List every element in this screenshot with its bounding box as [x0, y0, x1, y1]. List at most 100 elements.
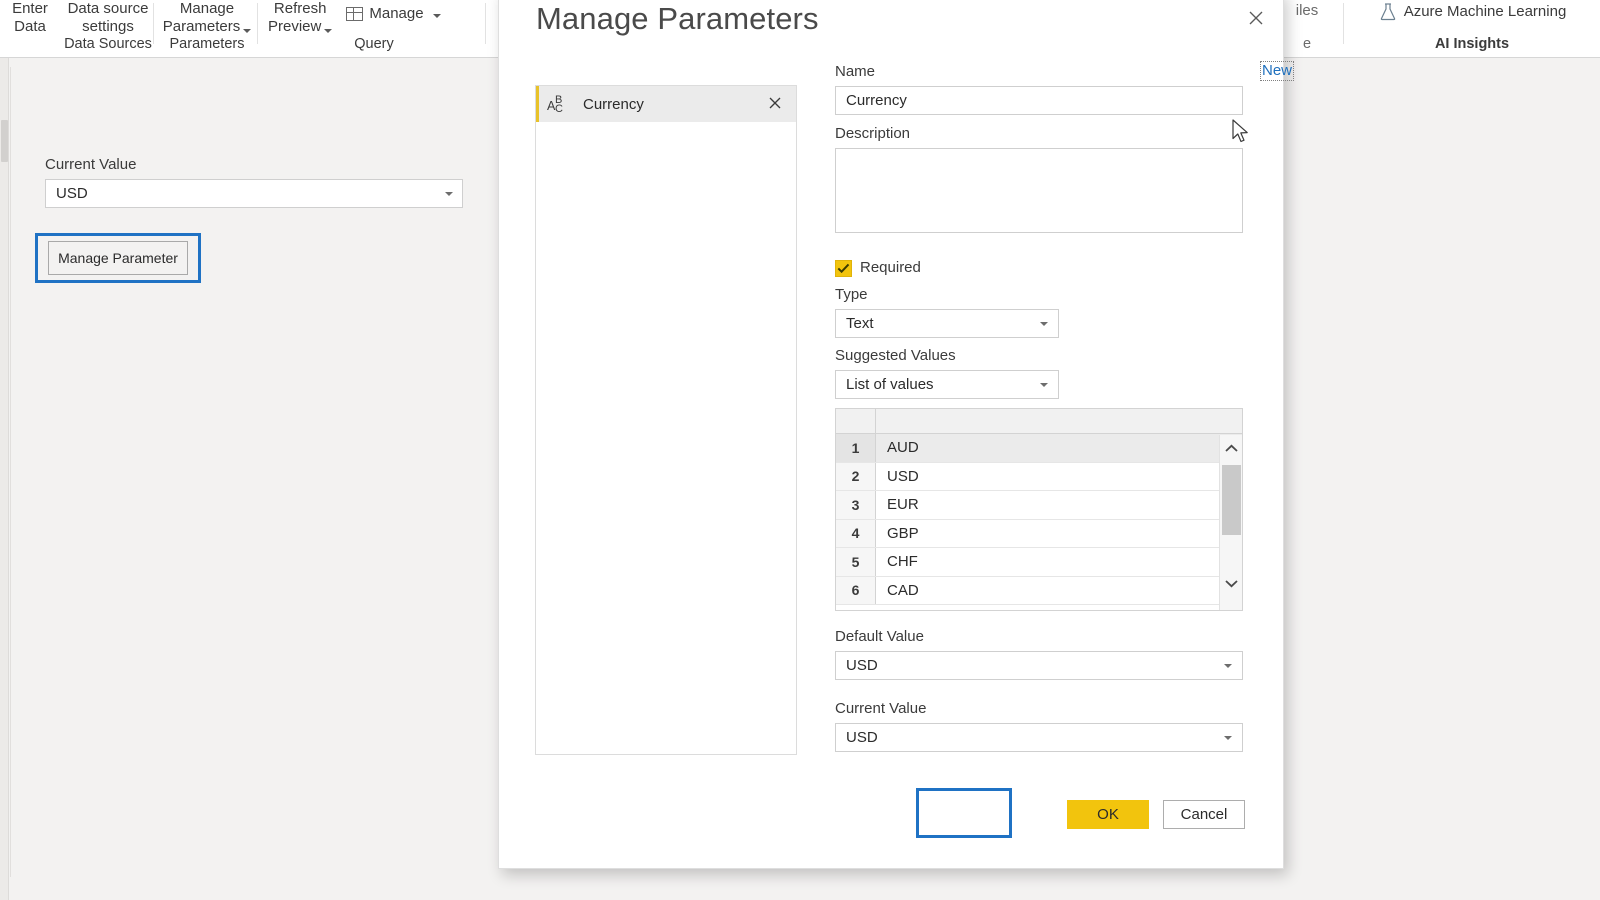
values-grid-header-value	[876, 409, 1242, 433]
parameter-list: ABC Currency	[535, 85, 797, 755]
required-checkbox[interactable]	[835, 260, 852, 277]
ribbon-group-query: Refresh Preview Manage Query	[262, 0, 486, 58]
required-label: Required	[860, 259, 921, 276]
scrollbar-thumb[interactable]	[1222, 465, 1241, 535]
values-grid-header-index	[836, 409, 876, 433]
name-label: Name	[835, 63, 876, 80]
manage-parameters-line2: Parameters	[162, 18, 241, 35]
ribbon-group-label-ai-insights: AI Insights	[1434, 36, 1510, 52]
default-value-label: Default Value	[835, 628, 924, 645]
cancel-button[interactable]: Cancel	[1163, 800, 1245, 829]
left-rail-scroll-thumb[interactable]	[1, 120, 8, 162]
dialog-title: Manage Parameters	[536, 1, 819, 36]
row-value[interactable]: CAD	[876, 577, 1242, 605]
chevron-down-icon[interactable]	[1040, 322, 1048, 326]
chevron-down-icon[interactable]	[445, 192, 453, 196]
suggested-values-dropdown-value: List of values	[846, 376, 934, 393]
table-row[interactable]: 1 AUD	[836, 434, 1242, 463]
dialog-current-value-text: USD	[846, 729, 878, 746]
azure-machine-learning-label: Azure Machine Learning	[1403, 3, 1567, 20]
refresh-preview-line2: Preview	[268, 18, 322, 35]
ribbon-group-enter-data: Enter Data	[0, 0, 60, 58]
description-field[interactable]	[835, 148, 1243, 233]
parameter-name-label: Currency	[583, 95, 644, 113]
row-value[interactable]: GBP	[876, 520, 1242, 548]
ok-button-label: OK	[1097, 806, 1119, 823]
suggested-values-label: Suggested Values	[835, 347, 956, 364]
delete-parameter-icon[interactable]	[766, 94, 784, 112]
chevron-down-icon[interactable]	[1224, 664, 1232, 668]
close-icon[interactable]	[1243, 5, 1269, 31]
name-field[interactable]: Currency	[835, 86, 1243, 115]
screen: Enter Data Data source settings Data Sou…	[0, 0, 1600, 900]
table-row[interactable]: 4 GBP	[836, 519, 1242, 548]
bg-current-value-dropdown[interactable]: USD	[45, 179, 463, 208]
manage-parameters-line1: Manage	[179, 0, 235, 17]
chevron-up-icon[interactable]	[1220, 435, 1242, 461]
cancel-button-label: Cancel	[1180, 806, 1228, 823]
manage-parameters-dialog: Manage Parameters New ABC Currency Name …	[498, 0, 1295, 869]
files-label: iles	[1295, 2, 1319, 19]
manage-query-button[interactable]: Manage	[346, 5, 441, 23]
row-value[interactable]: AUD	[876, 434, 1242, 462]
row-index: 6	[836, 576, 876, 604]
bg-current-value-label: Current Value	[45, 156, 137, 173]
refresh-preview-button[interactable]: Refresh Preview	[268, 0, 333, 36]
flask-icon	[1378, 2, 1398, 22]
row-value[interactable]: EUR	[876, 491, 1242, 519]
chevron-down-icon[interactable]	[1224, 736, 1232, 740]
azure-machine-learning-button[interactable]: Azure Machine Learning	[1378, 2, 1567, 22]
ok-button[interactable]: OK	[1067, 800, 1149, 829]
suggested-values-dropdown[interactable]: List of values	[835, 370, 1059, 399]
table-row[interactable]: 6 CAD	[836, 576, 1242, 605]
table-row[interactable]: 2 USD	[836, 462, 1242, 491]
chevron-down-icon[interactable]	[432, 14, 441, 18]
ribbon-group-data-sources: Data source settings Data Sources	[62, 0, 154, 58]
left-collapsed-rail[interactable]	[0, 58, 9, 900]
manage-parameters-button[interactable]: Manage Parameters	[163, 0, 252, 36]
default-value-text: USD	[846, 657, 878, 674]
enter-data-line1: Enter	[12, 0, 48, 17]
row-index: 4	[836, 519, 876, 547]
ribbon-group-ai-insights: Azure Machine Learning AI Insights	[1348, 0, 1596, 58]
row-index: 1	[836, 434, 876, 462]
values-grid-header	[836, 409, 1242, 434]
manage-parameter-button[interactable]: Manage Parameter	[48, 241, 188, 275]
button-area-highlight	[916, 788, 1012, 838]
chevron-down-icon[interactable]	[324, 29, 333, 33]
grid-icon	[346, 7, 364, 21]
table-row[interactable]: 5 CHF	[836, 548, 1242, 577]
abc-text-type-icon: ABC	[547, 94, 563, 115]
chevron-down-icon[interactable]	[1040, 383, 1048, 387]
files-button[interactable]: iles	[1296, 2, 1319, 20]
bg-current-value-text: USD	[56, 185, 88, 202]
selected-accent-bar	[536, 86, 539, 122]
new-parameter-link[interactable]: New	[1260, 61, 1295, 81]
chevron-down-icon[interactable]	[1220, 570, 1242, 596]
refresh-preview-line1: Refresh	[273, 0, 327, 17]
row-value[interactable]: USD	[876, 463, 1242, 491]
type-label: Type	[835, 286, 868, 303]
dialog-current-value-label: Current Value	[835, 700, 927, 717]
data-source-settings-line2: settings	[82, 18, 134, 35]
values-grid-scrollbar[interactable]	[1219, 435, 1242, 610]
mouse-pointer-icon	[1232, 119, 1252, 147]
ribbon-group-label-parameters: Parameters	[169, 36, 245, 52]
table-row[interactable]: 3 EUR	[836, 491, 1242, 520]
manage-query-label: Manage	[369, 5, 424, 22]
ribbon-group-parameters: Manage Parameters Parameters	[156, 0, 258, 58]
data-source-settings-line1: Data source	[67, 0, 149, 17]
row-value[interactable]: CHF	[876, 548, 1242, 576]
default-value-dropdown[interactable]: USD	[835, 651, 1243, 680]
description-label: Description	[835, 125, 911, 142]
enter-data-button[interactable]: Enter Data	[12, 0, 48, 36]
ribbon-group-label-files: e	[1302, 36, 1312, 52]
type-dropdown[interactable]: Text	[835, 309, 1059, 338]
ribbon-group-label-data-sources: Data Sources	[64, 36, 152, 52]
data-source-settings-button[interactable]: Data source settings	[68, 0, 149, 36]
chevron-down-icon[interactable]	[243, 29, 252, 33]
row-index: 5	[836, 548, 876, 576]
list-item[interactable]: ABC Currency	[536, 86, 796, 122]
dialog-current-value-dropdown[interactable]: USD	[835, 723, 1243, 752]
manage-parameter-label: Manage Parameter	[58, 250, 178, 266]
